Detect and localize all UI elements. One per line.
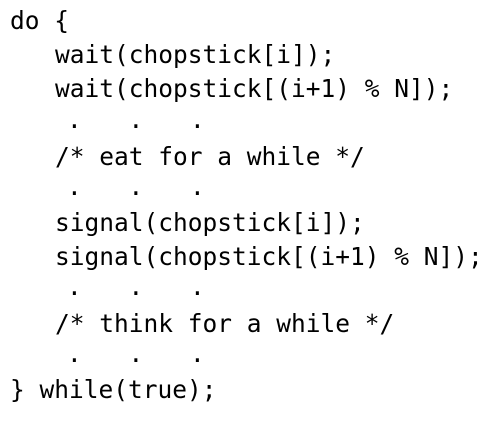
code-line-while-close: } while(true); xyxy=(10,375,217,404)
code-line-ellipsis: . . . xyxy=(67,172,221,201)
code-line-do-open: do { xyxy=(10,6,70,35)
code-line-wait-right: wait(chopstick[(i+1) % N]); xyxy=(55,74,454,103)
code-line-think-comment: /* think for a while */ xyxy=(55,309,395,338)
code-line-ellipsis: . . . xyxy=(67,272,221,301)
code-line-signal-right: signal(chopstick[(i+1) % N]); xyxy=(55,242,483,271)
code-line-wait-left: wait(chopstick[i]); xyxy=(55,40,336,69)
code-listing: do { wait(chopstick[i]); wait(chopstick[… xyxy=(0,0,490,432)
code-line-ellipsis: . . . xyxy=(67,105,221,134)
code-line-signal-left: signal(chopstick[i]); xyxy=(55,208,365,237)
code-line-eat-comment: /* eat for a while */ xyxy=(55,142,365,171)
code-line-ellipsis: . . . xyxy=(67,339,221,368)
